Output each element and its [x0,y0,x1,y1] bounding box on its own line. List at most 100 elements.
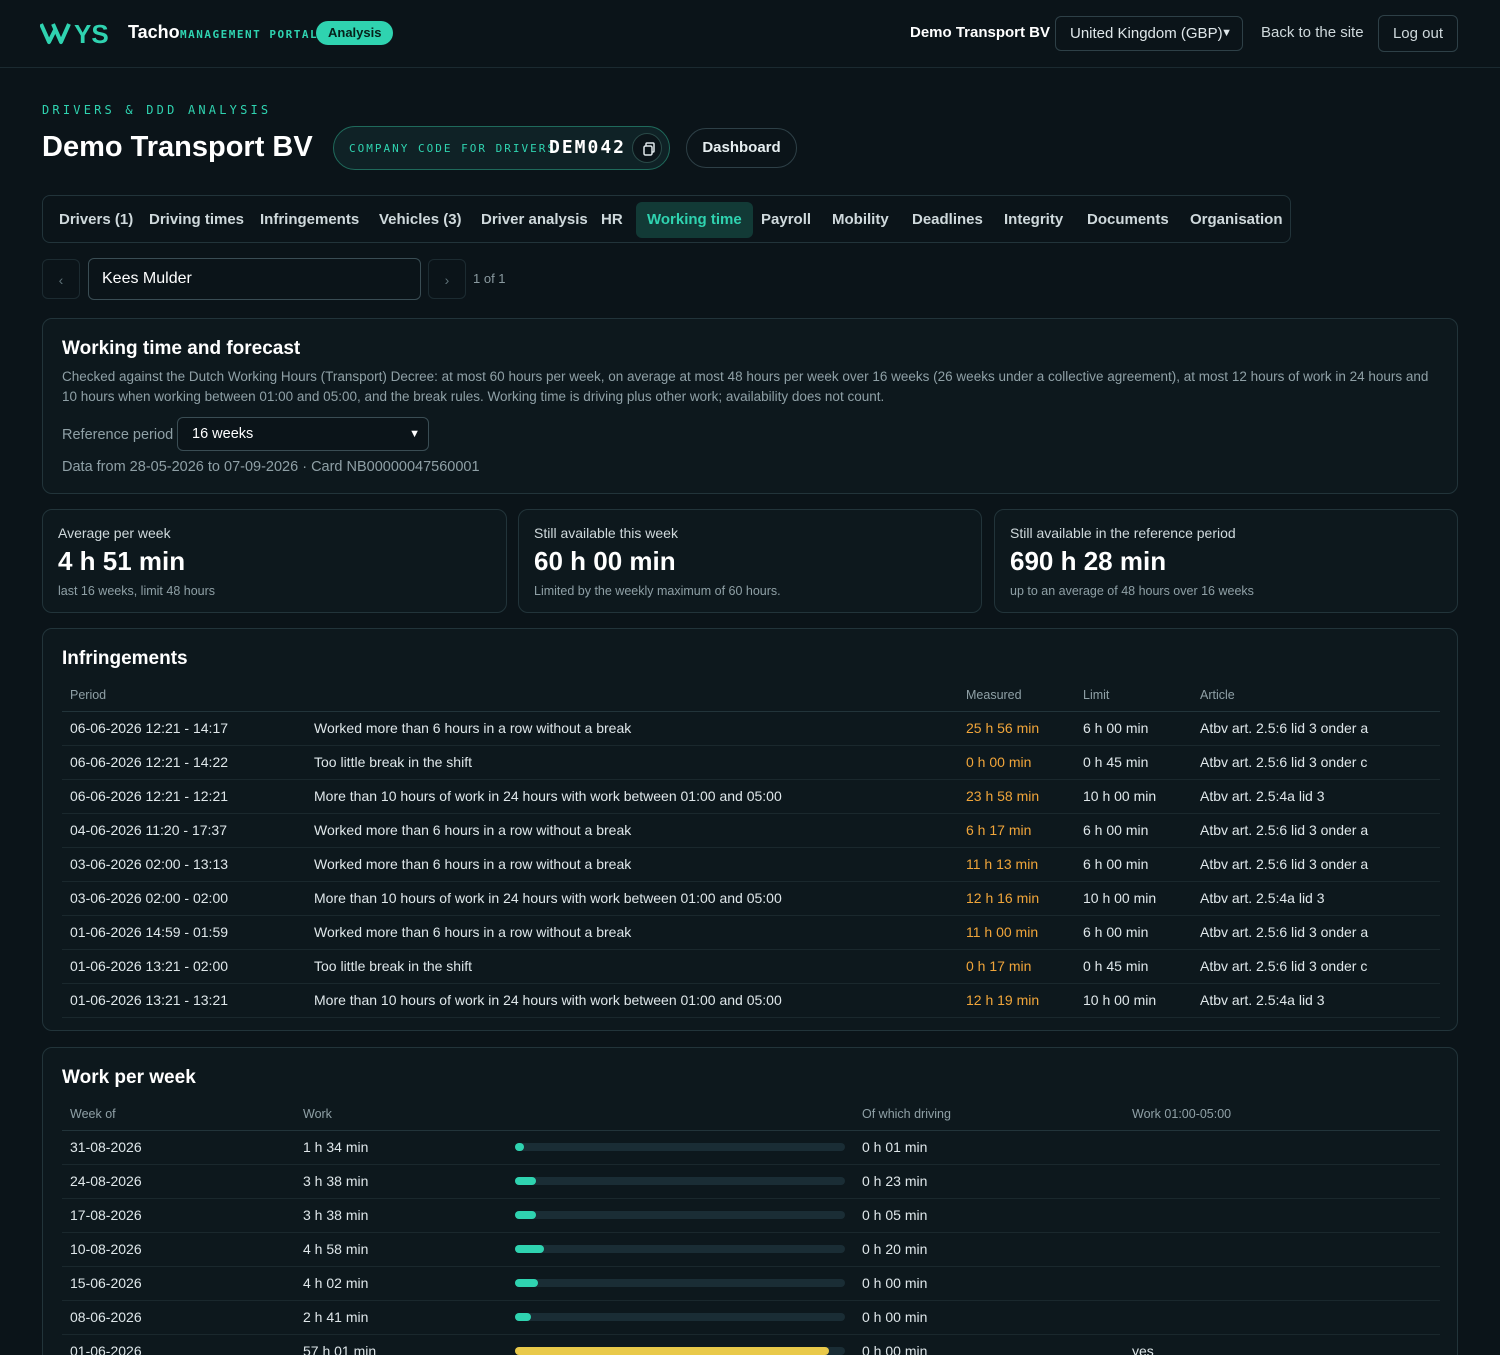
work-bar-track [515,1313,845,1321]
tab-integrity[interactable]: Integrity [993,202,1074,238]
work-per-week-table: Week of Work Of which driving Work 01:00… [62,1098,1440,1355]
tab-infringements[interactable]: Infringements [249,202,370,238]
tab-vehicles[interactable]: Vehicles (3) [368,202,473,238]
column-header-week: Week of [62,1098,295,1131]
cell-night-work [1124,1232,1440,1267]
next-driver-button[interactable]: › [428,259,466,299]
tab-driving-times[interactable]: Driving times [138,202,255,238]
tab-drivers[interactable]: Drivers (1) [48,202,144,238]
table-row: 03-06-2026 02:00 - 02:00 More than 10 ho… [62,881,1440,916]
cell-article: Atbv art. 2.5:6 lid 3 onder c [1192,949,1440,984]
forecast-card: Working time and forecast Checked agains… [42,318,1458,494]
cell-week: 08-06-2026 [62,1300,295,1335]
stat-label: Still available in the reference period [1010,525,1236,541]
cell-driving: 0 h 01 min [854,1130,1124,1165]
cell-limit: 10 h 00 min [1075,779,1192,814]
table-row: 03-06-2026 02:00 - 13:13 Worked more tha… [62,847,1440,882]
cell-week: 15-06-2026 [62,1266,295,1301]
work-bar-fill [515,1347,829,1355]
tab-driver-analysis[interactable]: Driver analysis [470,202,599,238]
work-bar-fill [515,1245,544,1253]
table-header-row: Period Measured Limit Article [62,679,1440,712]
cell-work: 4 h 58 min [295,1232,507,1267]
stat-card-period: Still available in the reference period … [994,509,1458,613]
copy-icon [643,142,655,156]
cell-work: 2 h 41 min [295,1300,507,1335]
forecast-title: Working time and forecast [62,338,301,359]
cell-work: 3 h 38 min [295,1198,507,1233]
table-row: 06-06-2026 12:21 - 12:21 More than 10 ho… [62,779,1440,814]
table-row: 10-08-2026 4 h 58 min 0 h 20 min [62,1232,1440,1267]
logout-button[interactable]: Log out [1378,15,1458,52]
copy-code-button[interactable] [632,133,662,163]
tab-organisation[interactable]: Organisation [1179,202,1294,238]
column-header-article: Article [1192,679,1440,712]
table-row: 01-06-2026 57 h 01 min 0 h 00 min yes [62,1334,1440,1355]
stat-card-week: Still available this week 60 h 00 min Li… [518,509,982,613]
reference-period-value: 16 weeks [192,426,254,442]
data-range-info: Data from 28-05-2026 to 07-09-2026 · Car… [62,459,480,475]
tab-deadlines[interactable]: Deadlines [901,202,994,238]
table-row: 17-08-2026 3 h 38 min 0 h 05 min [62,1198,1440,1233]
work-per-week-title: Work per week [62,1067,196,1088]
work-bar-track [515,1211,845,1219]
tab-mobility[interactable]: Mobility [821,202,900,238]
cell-night-work [1124,1164,1440,1199]
cell-work-bar [507,1198,854,1233]
table-header-row: Week of Work Of which driving Work 01:00… [62,1098,1440,1131]
tab-payroll[interactable]: Payroll [750,202,822,238]
company-code-box: COMPANY CODE FOR DRIVERS DEM042 [333,126,670,170]
cell-limit: 10 h 00 min [1075,881,1192,916]
cell-limit: 6 h 00 min [1075,847,1192,882]
cell-article: Atbv art. 2.5:4a lid 3 [1192,881,1440,916]
table-row: 24-08-2026 3 h 38 min 0 h 23 min [62,1164,1440,1199]
cell-description: Worked more than 6 hours in a row withou… [306,915,958,950]
brand-subtitle: MANAGEMENT PORTAL [180,28,319,41]
column-header-driving: Of which driving [854,1098,1124,1131]
tab-working-time[interactable]: Working time [636,202,753,238]
infringements-card: Infringements Period Measured Limit Arti… [42,628,1458,1031]
column-header-description [306,679,958,712]
cell-driving: 0 h 20 min [854,1232,1124,1267]
chevron-down-icon: ▼ [1221,27,1232,39]
cell-article: Atbv art. 2.5:6 lid 3 onder a [1192,711,1440,746]
cell-description: Too little break in the shift [306,949,958,984]
cell-article: Atbv art. 2.5:4a lid 3 [1192,983,1440,1018]
cell-article: Atbv art. 2.5:6 lid 3 onder a [1192,915,1440,950]
cell-measured: 12 h 16 min [958,881,1075,916]
back-to-site-link[interactable]: Back to the site [1261,24,1364,41]
reference-period-select[interactable]: 16 weeks ▼ [177,417,429,451]
cell-description: More than 10 hours of work in 24 hours w… [306,881,958,916]
logo[interactable]: YS [40,18,120,48]
cell-article: Atbv art. 2.5:6 lid 3 onder a [1192,813,1440,848]
cell-period: 06-06-2026 12:21 - 12:21 [62,779,306,814]
stat-sub: up to an average of 48 hours over 16 wee… [1010,584,1254,598]
tab-bar: Drivers (1) Driving times Infringements … [42,195,1291,243]
cell-measured: 25 h 56 min [958,711,1075,746]
brand-name: Tacho [128,22,180,42]
cell-measured: 11 h 00 min [958,915,1075,950]
driver-select[interactable]: Kees Mulder [88,258,421,300]
cell-measured: 11 h 13 min [958,847,1075,882]
cell-measured: 0 h 17 min [958,949,1075,984]
cell-limit: 0 h 45 min [1075,949,1192,984]
work-per-week-card: Work per week Week of Work Of which driv… [42,1047,1458,1355]
tab-documents[interactable]: Documents [1076,202,1180,238]
cell-week: 17-08-2026 [62,1198,295,1233]
stat-value: 60 h 00 min [534,546,676,576]
country-select[interactable]: United Kingdom (GBP) ▼ [1055,16,1243,51]
table-row: 06-06-2026 12:21 - 14:17 Worked more tha… [62,711,1440,746]
dashboard-button[interactable]: Dashboard [686,128,797,168]
driver-pager: 1 of 1 [473,271,506,286]
cell-work: 57 h 01 min [295,1334,507,1355]
work-bar-fill [515,1279,538,1287]
stat-sub: Limited by the weekly maximum of 60 hour… [534,584,781,598]
work-bar-fill [515,1177,536,1185]
cell-work-bar [507,1232,854,1267]
cell-week: 24-08-2026 [62,1164,295,1199]
stat-label: Average per week [58,525,171,541]
tab-hr[interactable]: HR [590,202,634,238]
cell-driving: 0 h 00 min [854,1334,1124,1355]
cell-period: 03-06-2026 02:00 - 02:00 [62,881,306,916]
previous-driver-button[interactable]: ‹ [42,259,80,299]
